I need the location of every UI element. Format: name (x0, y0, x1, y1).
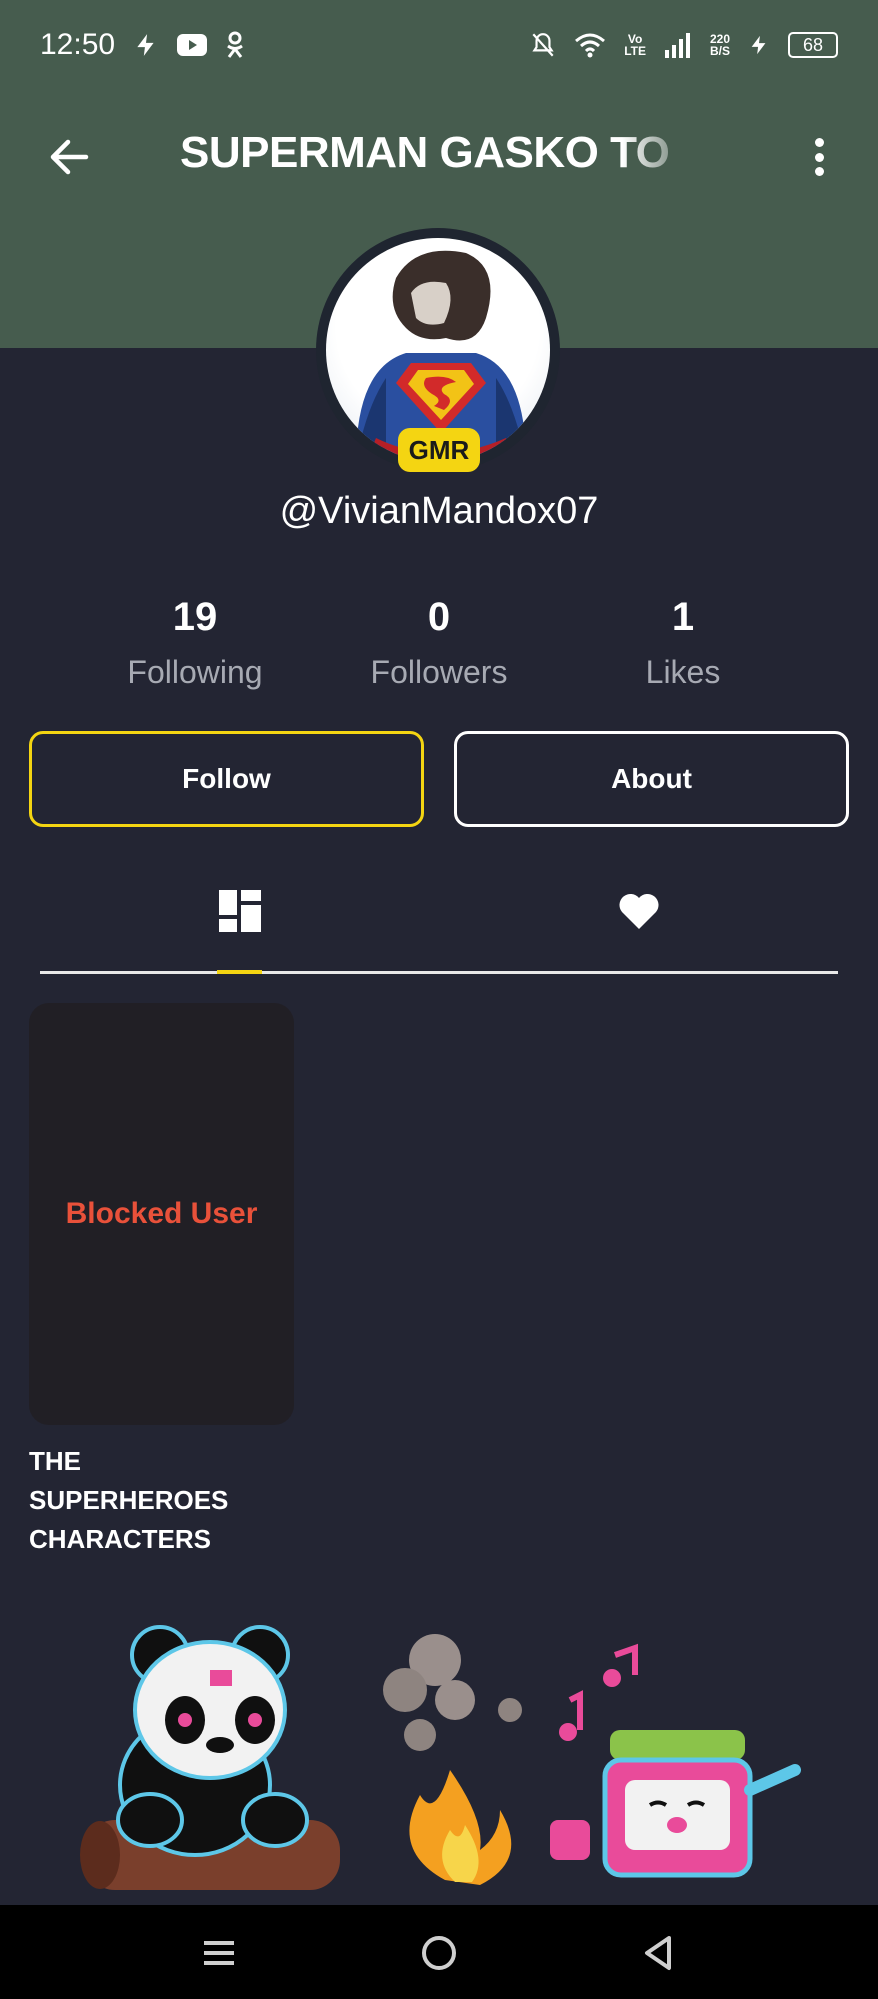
status-bar: 12:50 Vo LTE 220 B/S 68 (0, 0, 878, 90)
status-right: Vo LTE 220 B/S 68 (530, 31, 838, 59)
likes-label: Likes (645, 654, 721, 690)
odnoklassniki-icon (225, 31, 245, 59)
likes-count: 1 (671, 595, 695, 639)
page-title: SUPERMAN GASKO TO (180, 128, 670, 177)
volte-bottom-text: LTE (624, 44, 646, 58)
more-vertical-icon-dot (814, 152, 824, 162)
follow-button[interactable]: Follow (29, 731, 424, 827)
about-button[interactable]: About (454, 731, 849, 827)
more-options-button[interactable] (800, 134, 838, 180)
wifi-icon (574, 32, 606, 58)
home-circle-icon (422, 1936, 456, 1970)
followers-count: 0 (427, 595, 451, 639)
blocked-user-label: Blocked User (65, 1197, 258, 1230)
menu-icon (204, 1941, 234, 1965)
username: @VivianMandox07 (279, 490, 599, 532)
more-vertical-icon-dot (814, 167, 824, 176)
charging-icon (748, 32, 770, 58)
network-speed-unit: B/S (709, 44, 730, 58)
more-vertical-icon-dot (814, 138, 824, 147)
system-nav-bar (0, 1905, 878, 1999)
status-left: 12:50 (40, 28, 245, 62)
content-tabs (40, 870, 838, 974)
active-tab-indicator (217, 970, 262, 974)
nav-recents-button[interactable] (197, 1931, 241, 1975)
stat-followers[interactable]: 0 Followers (329, 595, 549, 691)
stat-following[interactable]: 19 Following (85, 595, 305, 691)
volte-indicator: Vo LTE (624, 33, 646, 57)
followers-label: Followers (370, 654, 508, 690)
empty-state-illustration (80, 1625, 801, 1890)
grid-icon (219, 890, 261, 932)
app-bar: SUPERMAN GASKO TO (0, 110, 878, 204)
signal-icon (664, 32, 692, 58)
nav-home-button[interactable] (417, 1931, 461, 1975)
stat-likes[interactable]: 1 Likes (573, 595, 793, 691)
status-time: 12:50 (40, 28, 116, 61)
video-caption: THE SUPERHEROES CHARACTERS (29, 1446, 229, 1554)
following-count: 19 (172, 595, 218, 639)
video-thumbnail[interactable]: Blocked User (29, 1003, 294, 1425)
badge-gmr: GMR (398, 428, 480, 472)
back-button[interactable] (46, 134, 92, 180)
bell-muted-icon (530, 31, 556, 59)
youtube-icon (177, 34, 208, 56)
flash-notification-icon (133, 32, 159, 58)
nav-back-button[interactable] (636, 1931, 680, 1975)
network-speed: 220 B/S (710, 33, 730, 57)
following-label: Following (127, 654, 263, 690)
tab-videos[interactable] (217, 888, 263, 934)
back-triangle-icon (645, 1936, 671, 1970)
tab-liked[interactable] (616, 888, 662, 934)
battery-indicator: 68 (788, 32, 838, 58)
heart-icon (619, 893, 659, 929)
profile-stats: 19 Following 0 Followers 1 Likes (0, 595, 878, 705)
arrow-left-icon (50, 139, 89, 175)
